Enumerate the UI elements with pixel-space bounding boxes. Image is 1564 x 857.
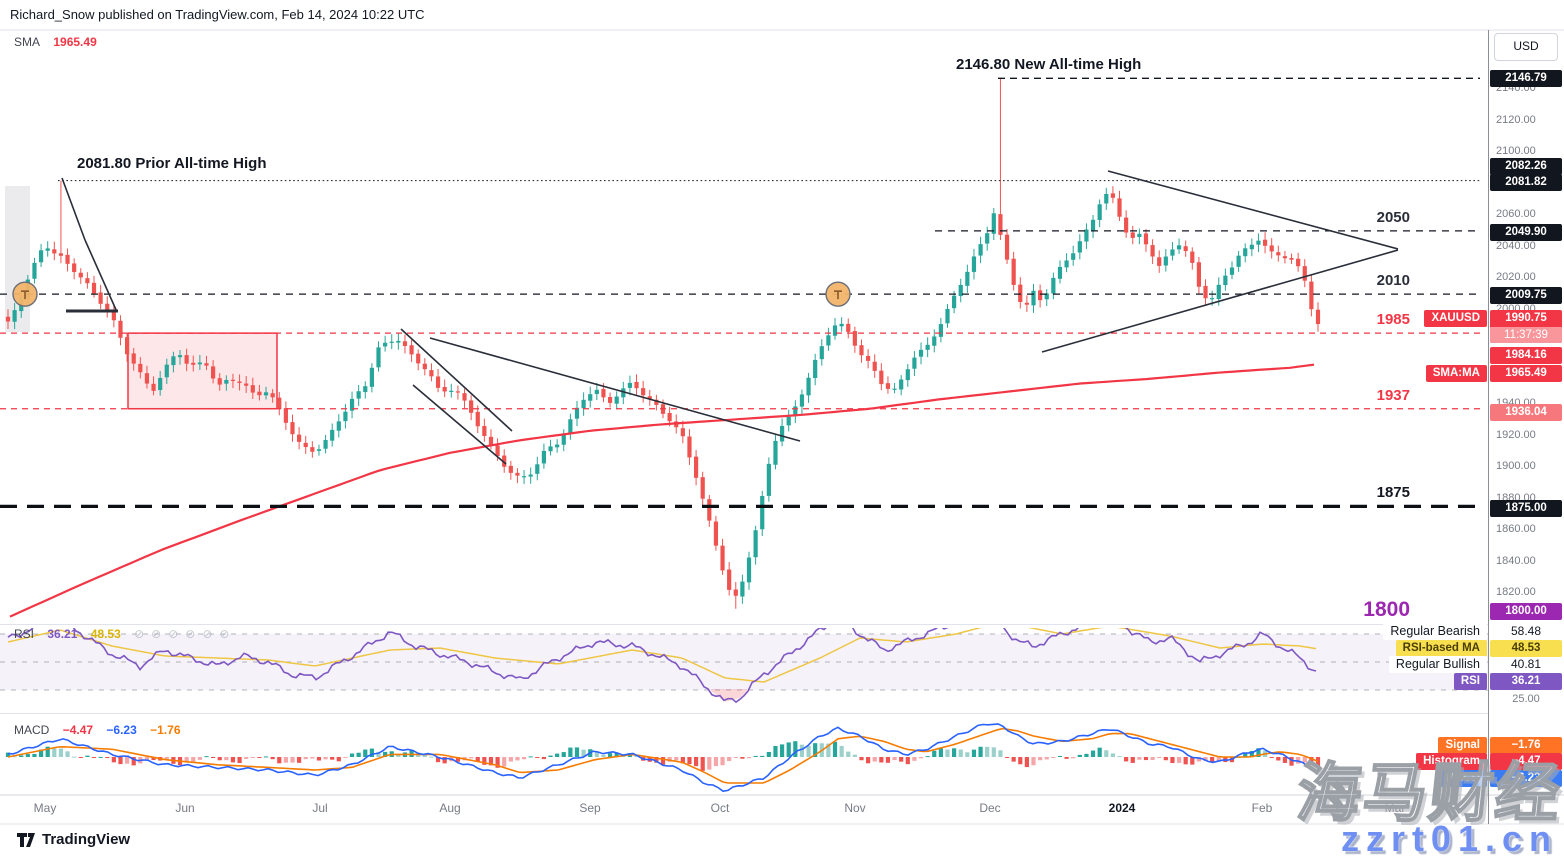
macd-legend-label: MACD [14,723,49,737]
price-scale-label[interactable]: 1900.00 [1496,460,1536,472]
level-label-1800: 1800 [1272,598,1410,622]
tradingview-chart-screenshot: Richard_Snow published on TradingView.co… [0,0,1564,857]
price-scale-label[interactable]: 1820.00 [1496,586,1536,598]
sma-legend: SMA 1965.49 [14,35,107,49]
time-axis-aug[interactable]: Aug [439,801,460,815]
rsi-legend-value: 36.21 [47,627,77,641]
series-tag-regular-bullish: Regular Bullish [1389,656,1487,673]
axis-badge-1990.75[interactable]: 1990.7511:37:39 [1490,310,1562,343]
time-axis-may[interactable]: May [34,801,57,815]
sma-legend-value: 1965.49 [53,35,96,49]
currency-selector-button[interactable]: USD [1494,33,1558,61]
level-label-1985: 1985 [1272,311,1410,328]
axis-badge-36.21[interactable]: 36.21 [1490,673,1562,690]
annotation-prior-ath: 2081.80 Prior All-time High [77,155,267,172]
macd-line-value: −6.23 [106,723,136,737]
series-tag-xauusd: XAUUSD [1424,310,1487,327]
settings-icon[interactable]: ⊘ [151,627,161,641]
annotation-new-ath: 2146.80 New All-time High [956,56,1141,73]
axis-badge-−6.23[interactable]: −6.23 [1490,770,1562,787]
axis-badge-1984.16[interactable]: 1984.16 [1490,347,1562,364]
axis-badge-1965.49[interactable]: 1965.49 [1490,365,1562,382]
time-axis-oct[interactable]: Oct [711,801,730,815]
level-label-2050: 2050 [1272,209,1410,226]
time-axis-jun[interactable]: Jun [175,801,194,815]
series-tag-macd: MACD [1439,770,1488,787]
rsi-legend: RSI 36.21 48.53 ⊘ ⊘ ⊘ ⊘ ⊘ ⊘ [14,627,236,641]
macd-signal-value: −1.76 [150,723,180,737]
series-tag-histogram: Histogram [1416,753,1487,770]
axis-badge-2049.90[interactable]: 2049.90 [1490,224,1562,241]
maximize-icon[interactable]: ⊘ [219,627,229,641]
axis-badge-58.48[interactable]: 58.48 [1490,623,1562,640]
tradingview-logo-text: TradingView [42,831,130,848]
price-scale-label[interactable]: 2120.00 [1496,114,1536,126]
price-scale-label[interactable]: 2100.00 [1496,145,1536,157]
alert-icon[interactable]: ⊘ [202,627,212,641]
series-tag-rsi-based-ma: RSI-based MA [1396,640,1487,657]
level-label-1875: 1875 [1272,484,1410,501]
publish-caption: Richard_Snow published on TradingView.co… [10,7,425,22]
tradingview-logo-icon [16,830,36,848]
axis-badge-40.81[interactable]: 40.81 [1490,656,1562,673]
price-scale-label[interactable]: 1920.00 [1496,429,1536,441]
macd-hist-value: −4.47 [63,723,93,737]
axis-badge-2082.26[interactable]: 2082.26 [1490,158,1562,175]
price-scale-label[interactable]: 1860.00 [1496,523,1536,535]
time-axis-2024[interactable]: 2024 [1109,801,1136,815]
price-scale-label[interactable]: 2020.00 [1496,271,1536,283]
series-tag-signal: Signal [1438,737,1487,754]
price-scale-label[interactable]: 1840.00 [1496,555,1536,567]
axis-badge-1936.04[interactable]: 1936.04 [1490,404,1562,421]
series-tag-rsi: RSI [1454,673,1487,690]
tradingview-logo[interactable]: TradingView [16,830,130,848]
rsi-legend-label: RSI [14,627,34,641]
more-icon[interactable]: ⊘ [185,627,195,641]
countdown-timer: 11:37:39 [1490,327,1562,343]
axis-badge-2146.79[interactable]: 2146.79 [1490,70,1562,87]
time-axis-nov[interactable]: Nov [844,801,865,815]
axis-badge-25.00[interactable]: 25.00 [1490,691,1562,708]
rsi-ma-legend-value: 48.53 [91,627,121,641]
series-tag-sma-ma: SMA:MA [1426,365,1487,382]
time-axis-dec[interactable]: Dec [979,801,1000,815]
series-tag-regular-bearish: Regular Bearish [1383,623,1487,640]
delete-icon[interactable]: ⊘ [168,627,178,641]
sma-legend-label: SMA [14,35,40,49]
axis-badge-1800.00[interactable]: 1800.00 [1490,603,1562,620]
axis-badge-48.53[interactable]: 48.53 [1490,640,1562,657]
axis-badge-1875.00[interactable]: 1875.00 [1490,500,1562,517]
price-scale-label[interactable]: 2060.00 [1496,208,1536,220]
axis-badge-−4.47[interactable]: −4.47 [1490,753,1562,770]
axis-badge-2081.82[interactable]: 2081.82 [1490,174,1562,191]
level-label-2010: 2010 [1272,272,1410,289]
time-axis-sep[interactable]: Sep [579,801,600,815]
axis-badge-2009.75[interactable]: 2009.75 [1490,287,1562,304]
time-axis-jul[interactable]: Jul [312,801,327,815]
watermark-url: zzrt01.cn [1341,818,1558,857]
time-axis-mar[interactable]: Mar [1385,801,1406,815]
axis-badge-−1.76[interactable]: −1.76 [1490,737,1562,754]
price-scale-label[interactable]: 2040.00 [1496,240,1536,252]
hide-icon[interactable]: ⊘ [134,627,144,641]
time-axis-feb[interactable]: Feb [1252,801,1273,815]
chart-canvas[interactable] [0,0,1564,857]
level-label-1937: 1937 [1272,387,1410,404]
macd-legend: MACD −4.47 −6.23 −1.76 [14,723,191,737]
